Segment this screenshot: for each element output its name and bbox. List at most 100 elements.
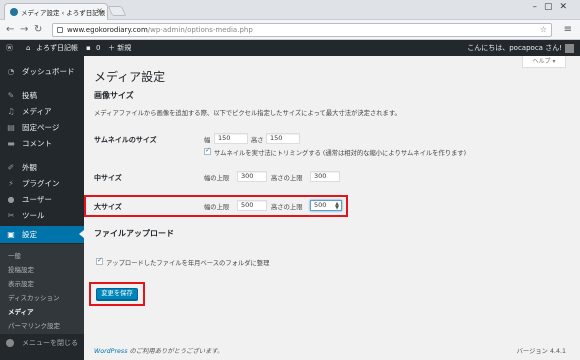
admin-sidebar: ◔ ダッシュボード ✎ 投稿 ♫ メディア ▤ 固定ページ ▬ コメント ✐ 外観 ⚡ プラグ…: [0, 56, 84, 360]
dashboard-icon: ◔: [7, 67, 15, 76]
submenu-reading[interactable]: 表示設定: [8, 278, 34, 288]
thumbnail-crop-checkbox[interactable]: [204, 146, 211, 155]
collapse-menu-button[interactable]: メニューを閉じる: [0, 334, 84, 352]
wordpress-logo-icon[interactable]: ⓦ: [6, 40, 13, 56]
window-controls[interactable]: –▢✕: [532, 2, 574, 12]
medium-max-height-label: 高さの上限: [271, 175, 303, 182]
sidebar-item-label: 投稿: [22, 91, 37, 100]
footer-credit: WordPress のご利用ありがとうございます。: [94, 346, 223, 355]
thumbnail-width-input[interactable]: 150: [214, 133, 248, 144]
page-info-icon[interactable]: [57, 27, 63, 33]
site-name-link[interactable]: よろず日記帳: [36, 40, 78, 56]
submenu-writing[interactable]: 投稿設定: [8, 264, 34, 274]
help-tab-button[interactable]: ヘルプ ▾: [522, 56, 566, 68]
submenu-discussion[interactable]: ディスカッション: [8, 292, 60, 302]
sidebar-item-plugins[interactable]: ⚡ プラグイン: [0, 175, 84, 192]
comment-icon: ▬: [7, 139, 15, 148]
sidebar-item-comments[interactable]: ▬ コメント: [0, 135, 84, 152]
new-tab-button[interactable]: [107, 6, 127, 16]
submenu-general[interactable]: 一般: [8, 250, 21, 260]
image-sizes-heading: 画像サイズ: [94, 91, 134, 100]
large-max-width-label: 幅の上限: [204, 204, 230, 211]
sidebar-item-label: 設定: [22, 230, 37, 239]
appearance-icon: ✐: [7, 163, 15, 172]
sidebar-item-label: ダッシュボード: [22, 67, 75, 76]
sidebar-item-posts[interactable]: ✎ 投稿: [0, 87, 84, 104]
wordpress-link[interactable]: WordPress: [94, 348, 128, 355]
browser-toolbar: ← → ↻ www.egokorodiary.com/wp-admin/opti…: [0, 20, 580, 40]
stepper-arrows-icon[interactable]: ▲ ▼: [335, 202, 339, 211]
media-icon: ♫: [7, 107, 15, 116]
sidebar-item-label: 固定ページ: [22, 123, 60, 132]
tab-title: メディア設定 ‹ よろず日記帳 —: [21, 9, 108, 17]
thumbnail-size-label: サムネイルのサイズ: [94, 136, 157, 144]
new-content-link[interactable]: ＋ 新規: [108, 40, 131, 56]
save-changes-button[interactable]: 変更を保存: [96, 288, 138, 300]
sidebar-item-label: ツール: [22, 211, 45, 220]
large-max-height-input[interactable]: 500 ▲ ▼: [310, 200, 342, 211]
thumbnail-width-label: 幅: [204, 137, 211, 144]
thumbnail-height-label: 高さ: [251, 137, 264, 144]
back-icon[interactable]: ←: [6, 24, 14, 36]
url-host: www.egokorodiary.com: [67, 26, 148, 34]
plugin-icon: ⚡: [8, 179, 14, 188]
medium-size-label: 中サイズ: [94, 174, 122, 182]
browser-tabstrip: メディア設定 ‹ よろず日記帳 — × –▢✕: [0, 0, 580, 20]
sidebar-item-label: 外観: [22, 163, 37, 172]
sidebar-item-media[interactable]: ♫ メディア: [0, 103, 84, 120]
file-uploads-heading: ファイルアップロード: [94, 229, 174, 238]
avatar: [565, 43, 574, 53]
collapse-arrow-icon: [6, 339, 14, 347]
user-icon: ●: [7, 195, 15, 204]
account-menu[interactable]: こんにちは、pocapoca さん!: [467, 40, 574, 56]
wp-admin-bar: ⓦ ⌂ よろず日記帳 ▪ 0 ＋ 新規 こんにちは、pocapoca さん!: [0, 40, 580, 56]
address-bar[interactable]: www.egokorodiary.com/wp-admin/options-me…: [52, 23, 552, 37]
sidebar-item-label: プラグイン: [22, 179, 60, 188]
footer-version: バージョン 4.4.1: [516, 348, 566, 355]
large-size-label: 大サイズ: [94, 203, 122, 211]
footer-thanks: のご利用ありがとうございます。: [127, 348, 224, 355]
settings-submenu: 一般 投稿設定 表示設定 ディスカッション メディア パーマリンク設定: [0, 244, 84, 334]
collapse-menu-label: メニューを閉じる: [22, 339, 78, 347]
sidebar-item-dashboard[interactable]: ◔ ダッシュボード: [0, 63, 84, 80]
uploads-organize-checkbox[interactable]: [96, 256, 103, 265]
comments-icon[interactable]: ▪: [86, 40, 91, 56]
greeting-text: こんにちは、pocapoca さん!: [467, 44, 562, 52]
medium-max-width-label: 幅の上限: [204, 175, 230, 182]
tool-icon: ✂: [7, 211, 15, 220]
submenu-media[interactable]: メディア: [8, 306, 34, 316]
wordpress-favicon-icon: [10, 8, 18, 16]
url-path: /wp-admin/options-media.php: [147, 26, 253, 34]
medium-max-height-input[interactable]: 300: [310, 171, 340, 182]
large-max-width-input[interactable]: 500: [237, 200, 267, 211]
thumbnail-height-input[interactable]: 150: [266, 133, 300, 144]
main-content: ヘルプ ▾ メディア設定 画像サイズ メディアファイルから画像を追加する際、以下…: [84, 56, 580, 360]
sidebar-item-label: メディア: [22, 107, 52, 116]
site-home-icon[interactable]: ⌂: [26, 40, 30, 56]
sidebar-item-settings[interactable]: ▣ 設定: [0, 226, 84, 243]
image-sizes-description: メディアファイルから画像を追加する際、以下でピクセル指定したサイズによって最大寸…: [94, 110, 401, 117]
page-icon: ▤: [7, 123, 15, 132]
forward-icon[interactable]: →: [20, 24, 28, 36]
sidebar-item-label: コメント: [22, 139, 52, 148]
browser-menu-icon[interactable]: ≡: [564, 24, 572, 35]
sidebar-item-tools[interactable]: ✂ ツール: [0, 207, 84, 224]
browser-tab[interactable]: メディア設定 ‹ よろず日記帳 — ×: [4, 3, 108, 20]
large-max-height-value: 500: [314, 201, 327, 209]
sidebar-item-appearance[interactable]: ✐ 外観: [0, 159, 84, 176]
comments-count[interactable]: 0: [96, 40, 100, 56]
settings-icon: ▣: [7, 230, 15, 239]
medium-max-width-input[interactable]: 300: [237, 171, 267, 182]
sidebar-item-pages[interactable]: ▤ 固定ページ: [0, 119, 84, 136]
pin-icon: ✎: [7, 91, 15, 100]
bookmark-star-icon[interactable]: ☆: [540, 24, 547, 36]
thumbnail-crop-label: サムネイルを実寸法にトリミングする (通常は相対的な縮小によりサムネイルを作りま…: [214, 150, 467, 157]
close-tab-icon[interactable]: ×: [96, 6, 103, 15]
page-title: メディア設定: [94, 70, 166, 84]
reload-icon[interactable]: ↻: [34, 24, 42, 36]
uploads-organize-label: アップロードしたファイルを年月ベースのフォルダに整理: [106, 260, 270, 267]
submenu-permalinks[interactable]: パーマリンク設定: [8, 320, 60, 330]
sidebar-item-users[interactable]: ● ユーザー: [0, 191, 84, 208]
sidebar-item-label: ユーザー: [22, 195, 52, 204]
large-max-height-label: 高さの上限: [271, 204, 303, 211]
